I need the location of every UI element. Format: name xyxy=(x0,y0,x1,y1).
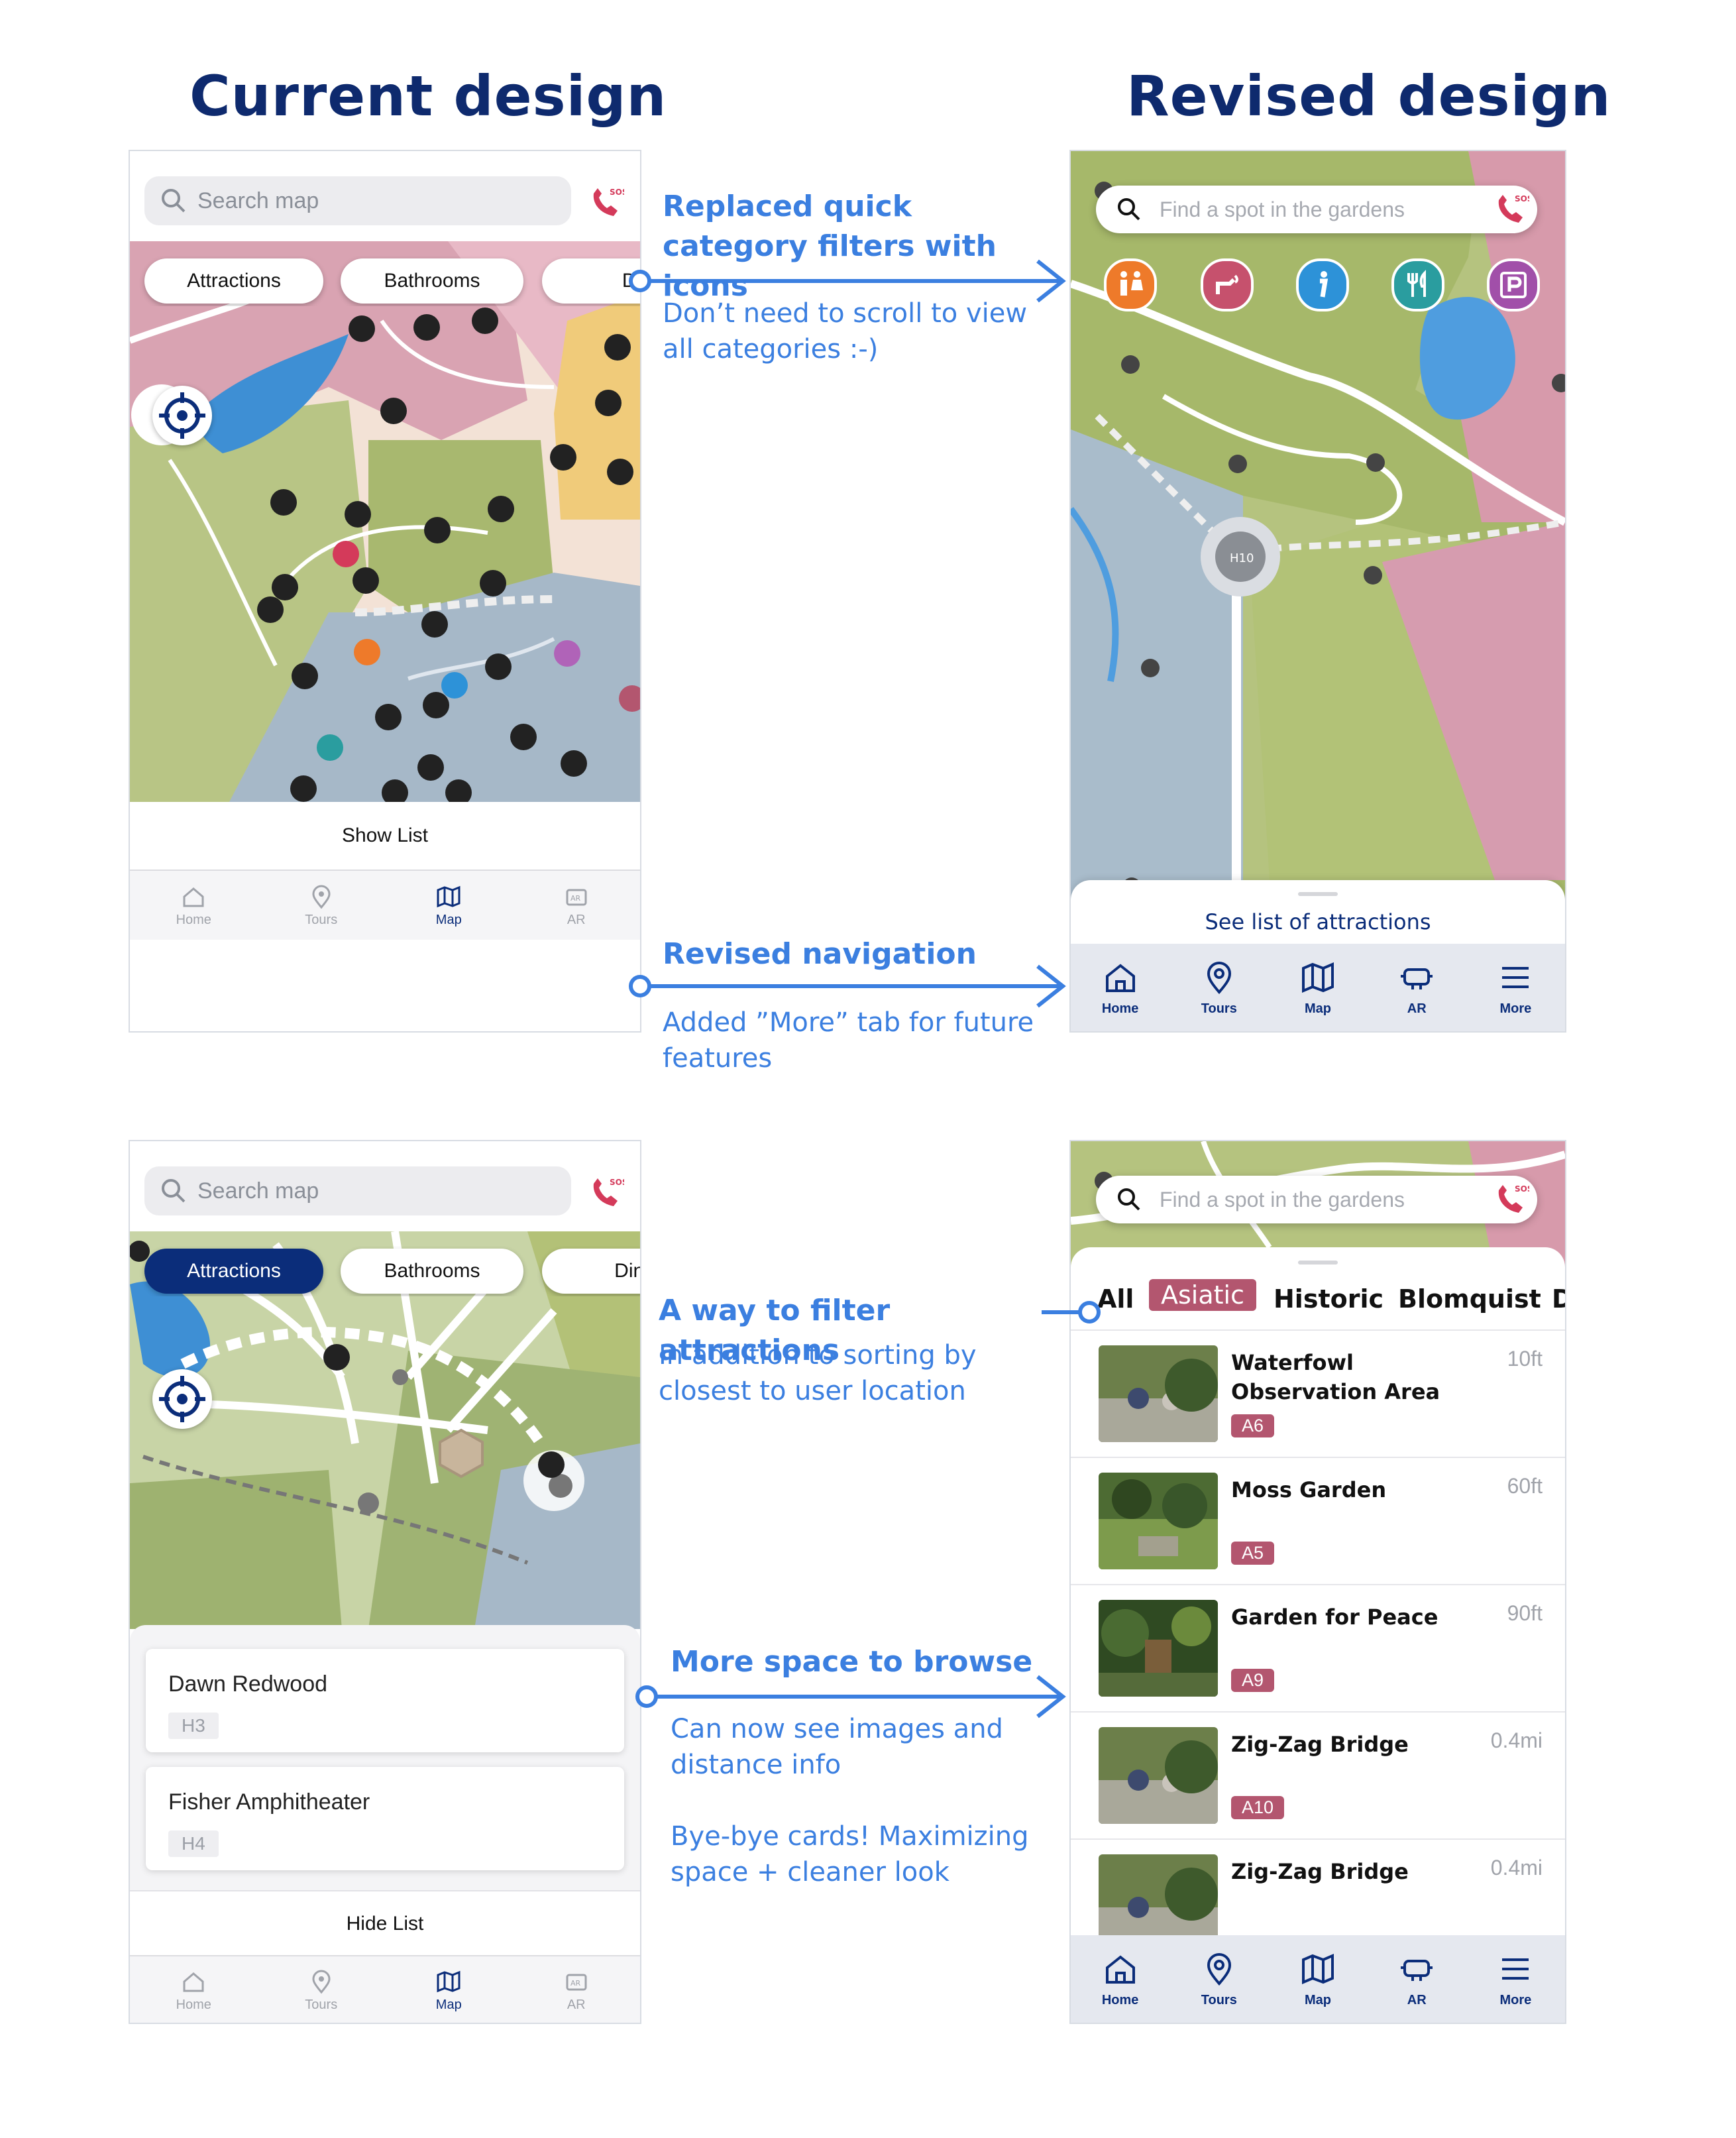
annotation-body-icons: Don’t need to scroll to view all categor… xyxy=(663,298,1028,365)
arrow-origin-dot xyxy=(1078,1301,1101,1323)
annotation-body-browse-2: Bye-bye cards! Maximizing space + cleane… xyxy=(671,1821,1029,1887)
annotation-body-filter: In addition to sorting by closest to use… xyxy=(659,1340,977,1406)
arrow-origin-dot xyxy=(629,975,651,997)
annotation-body-browse-1: Can now see images and distance info xyxy=(671,1714,1003,1780)
arrow-origin-dot xyxy=(629,270,651,292)
annotation-body-navigation: Added ”More” tab for future features xyxy=(663,1007,1034,1074)
arrow-origin-dot xyxy=(635,1685,658,1708)
annotation-title-navigation: Revised navigation xyxy=(663,937,977,971)
annotation-title-browse: More space to browse xyxy=(671,1645,1033,1679)
annotation-title-icons: Replaced quick category filters with ico… xyxy=(663,190,997,303)
